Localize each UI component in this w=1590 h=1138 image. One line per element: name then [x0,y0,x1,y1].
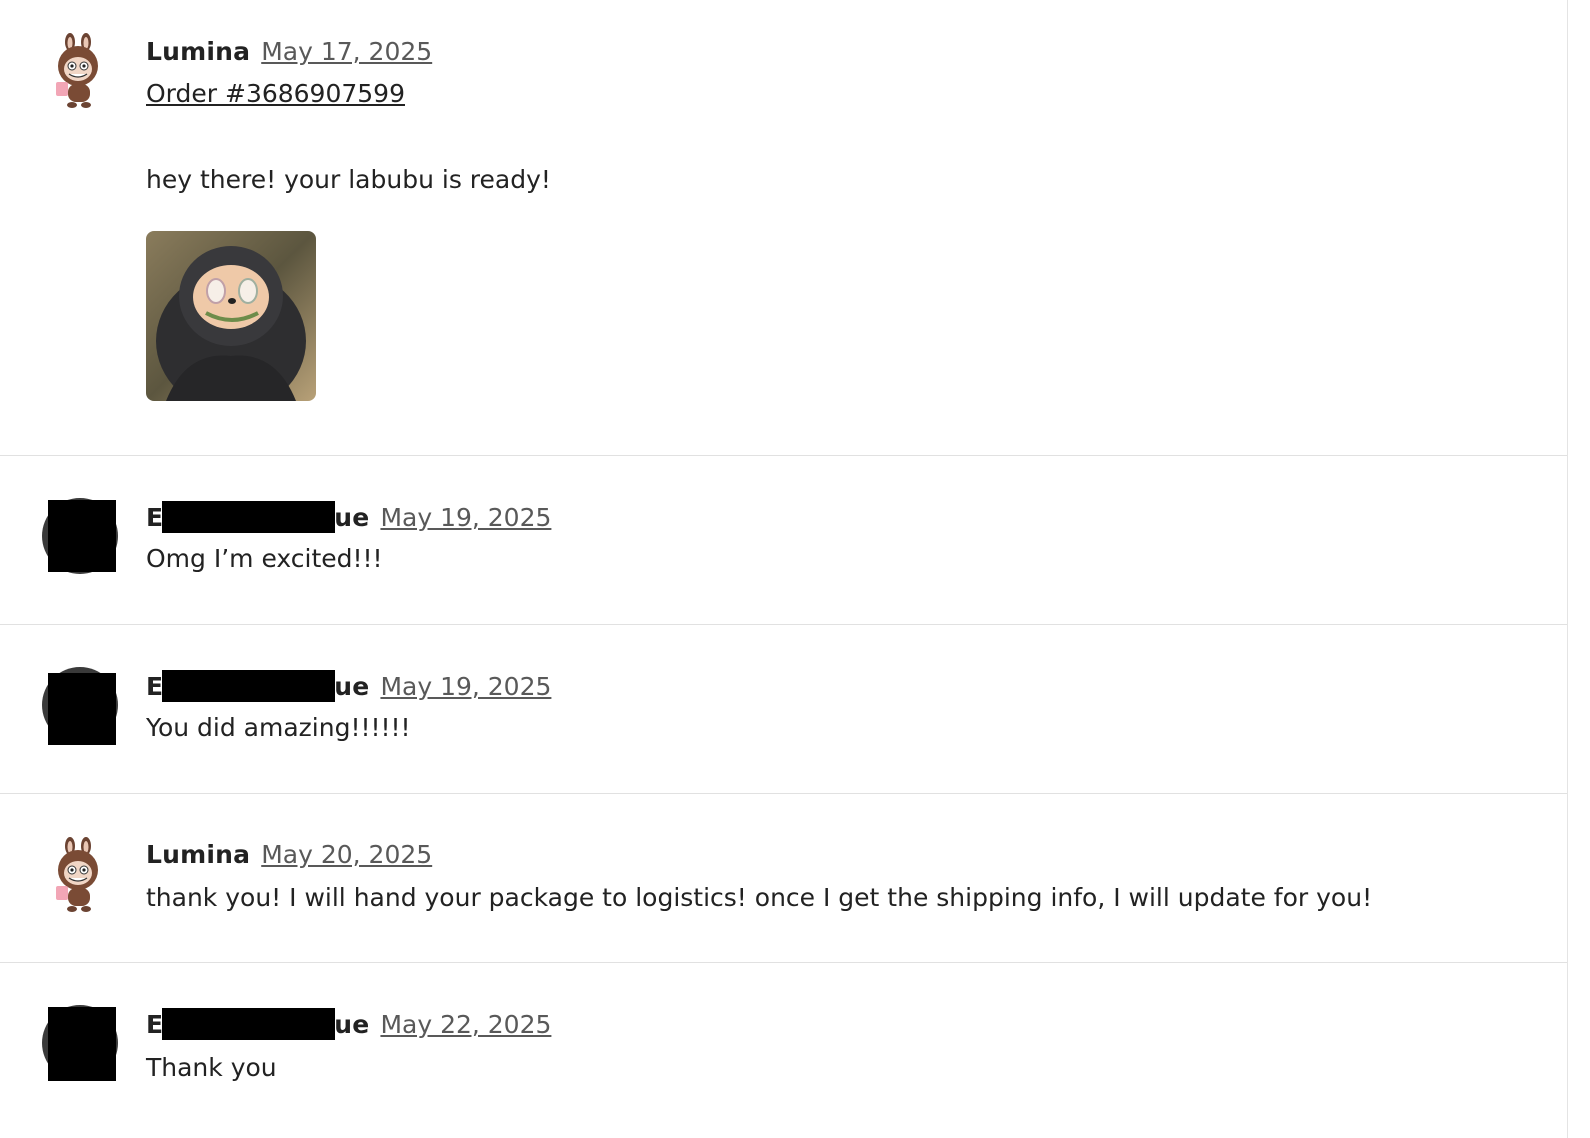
message-text: thank you! I will hand your package to l… [146,883,1373,912]
shop-avatar-labubu-mascot-icon[interactable] [50,32,110,112]
sender-name: Lumina [146,37,251,66]
redaction-bar [162,1008,336,1040]
sender-name: Eue [146,501,370,533]
sender-name: Eue [146,1008,370,1040]
message-date[interactable]: May 19, 2025 [380,672,551,701]
sender-name: Eue [146,670,370,702]
message-item: Lumina May 17, 2025 Order #3686907599 hey… [0,0,1567,456]
message-content: Eue May 19, 2025 You did amazing!!!!!! [146,670,1547,745]
order-link[interactable]: Order #3686907599 [146,77,1547,111]
labubu-photo-attachment[interactable] [146,231,316,401]
redaction-bar [162,670,336,702]
message-header: Eue May 22, 2025 [146,1008,1547,1041]
message-text: You did amazing!!!!!! [146,713,411,742]
message-content: Eue May 19, 2025 Omg I’m excited!!! [146,501,1547,576]
sender-name: Lumina [146,840,251,869]
message-text: hey there! your labubu is ready! [146,165,551,194]
buyer-avatar-redacted-avatar-icon[interactable] [40,496,120,576]
message-text: Thank you [146,1053,277,1082]
message-header: Lumina May 17, 2025 [146,36,1547,68]
buyer-avatar-redacted-avatar-icon[interactable] [40,665,120,745]
buyer-avatar-redacted-avatar-icon[interactable] [40,1003,120,1083]
message-item: Eue May 19, 2025 You did amazing!!!!!! [0,625,1567,794]
message-date[interactable]: May 20, 2025 [261,840,432,869]
message-item: Eue May 19, 2025 Omg I’m excited!!! [0,456,1567,625]
message-content: Lumina May 17, 2025 Order #3686907599 hey… [146,36,1547,401]
message-header: Eue May 19, 2025 [146,670,1547,703]
message-content: Eue May 22, 2025 Thank you [146,1008,1547,1085]
message-item: Eue May 22, 2025 Thank you [0,963,1567,1138]
message-header: Eue May 19, 2025 [146,501,1547,534]
shop-avatar-labubu-mascot-icon[interactable] [50,836,110,916]
message-date[interactable]: May 17, 2025 [261,37,432,66]
redaction-bar [162,501,336,533]
message-item: Lumina May 20, 2025 thank you! I will han… [0,794,1567,963]
message-header: Lumina May 20, 2025 [146,839,1547,871]
message-date[interactable]: May 22, 2025 [380,1010,551,1039]
message-text: Omg I’m excited!!! [146,544,383,573]
message-content: Lumina May 20, 2025 thank you! I will han… [146,839,1547,915]
message-date[interactable]: May 19, 2025 [380,503,551,532]
message-thread: Lumina May 17, 2025 Order #3686907599 hey… [0,0,1568,1138]
